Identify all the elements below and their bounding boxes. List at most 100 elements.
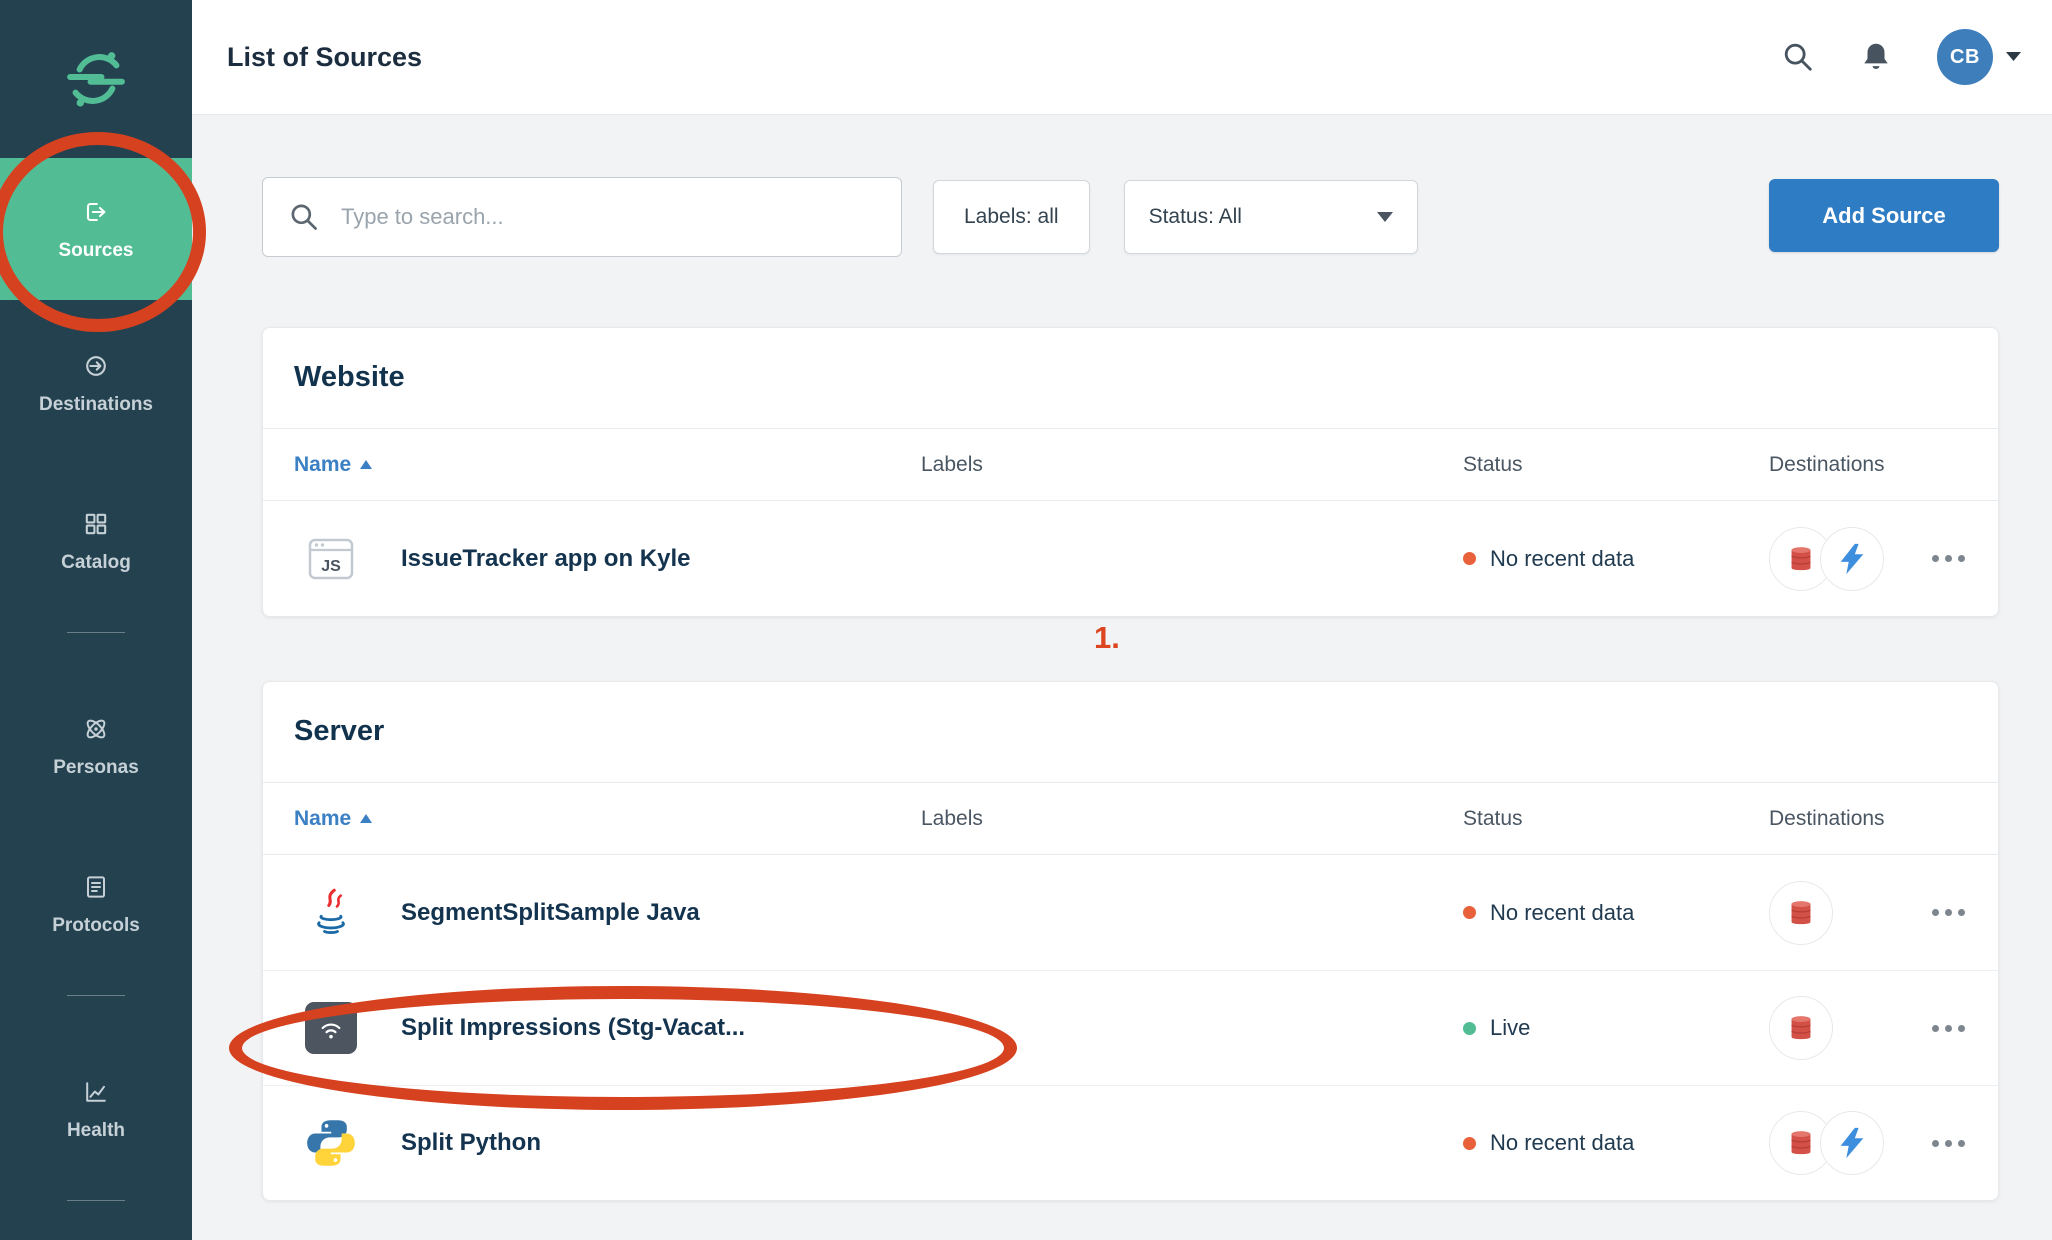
sidebar-divider bbox=[67, 632, 125, 633]
section-title-website: Website bbox=[263, 328, 1998, 428]
search-icon bbox=[1781, 40, 1815, 74]
source-name-cell: Split Python bbox=[294, 1117, 921, 1169]
status-dot-alert bbox=[1463, 1137, 1476, 1150]
website-section-card: Website Name Labels Status Destinations bbox=[262, 327, 1999, 617]
row-more-button[interactable] bbox=[1930, 1130, 1967, 1157]
destinations-cell bbox=[1769, 996, 1967, 1060]
protocols-document-icon bbox=[80, 871, 112, 903]
health-chart-icon bbox=[80, 1076, 112, 1108]
table-row-split-impressions[interactable]: Split Impressions (Stg-Vacat... Live bbox=[263, 970, 1998, 1085]
search-button[interactable] bbox=[1781, 40, 1815, 74]
table-row-issuetracker[interactable]: JS IssueTracker app on Kyle No recent da… bbox=[263, 501, 1998, 616]
status-dot-live bbox=[1463, 1022, 1476, 1035]
sidebar-item-label: Protocols bbox=[52, 915, 140, 937]
user-menu[interactable]: CB bbox=[1937, 29, 2022, 85]
sidebar-divider bbox=[67, 995, 125, 996]
table-row-split-python[interactable]: Split Python No recent data bbox=[263, 1085, 1998, 1200]
status-dot-alert bbox=[1463, 906, 1476, 919]
sidebar-divider bbox=[67, 1200, 125, 1201]
python-icon bbox=[305, 1117, 357, 1169]
search-input[interactable] bbox=[262, 177, 902, 257]
sort-ascending-icon bbox=[360, 814, 372, 823]
source-name: IssueTracker app on Kyle bbox=[401, 545, 690, 573]
status-cell: No recent data bbox=[1463, 1130, 1769, 1156]
column-header-labels: Labels bbox=[921, 807, 1463, 831]
sidebar-item-protocols[interactable]: Protocols bbox=[0, 871, 192, 937]
main-area: List of Sources CB bbox=[192, 0, 2052, 1240]
javascript-icon: JS bbox=[305, 533, 357, 585]
source-name: SegmentSplitSample Java bbox=[401, 899, 700, 927]
server-section-card: Server Name Labels Status Destinations bbox=[262, 681, 1999, 1201]
server-table-header: Name Labels Status Destinations bbox=[263, 782, 1998, 855]
status-cell: No recent data bbox=[1463, 900, 1769, 926]
source-name-cell: SegmentSplitSample Java bbox=[294, 887, 921, 939]
page-title: List of Sources bbox=[227, 42, 422, 73]
status-cell: Live bbox=[1463, 1015, 1769, 1041]
source-name-cell: Split Impressions (Stg-Vacat... bbox=[294, 1002, 921, 1054]
segment-logo[interactable] bbox=[0, 0, 192, 158]
sources-icon bbox=[80, 196, 112, 228]
source-name-cell: JS IssueTracker app on Kyle bbox=[294, 533, 921, 585]
source-name: Split Python bbox=[401, 1129, 541, 1157]
row-more-button[interactable] bbox=[1930, 545, 1967, 572]
personas-atom-icon bbox=[80, 713, 112, 745]
column-header-status: Status bbox=[1463, 453, 1769, 477]
avatar[interactable]: CB bbox=[1937, 29, 1993, 85]
sidebar-item-label: Personas bbox=[53, 757, 139, 779]
top-header: List of Sources CB bbox=[192, 0, 2052, 115]
catalog-grid-icon bbox=[80, 508, 112, 540]
sidebar-item-destinations[interactable]: Destinations bbox=[0, 350, 192, 416]
sidebar-nav: Sources Destinations Catalog bbox=[0, 158, 192, 1201]
section-title-server: Server bbox=[263, 682, 1998, 782]
sidebar-item-label: Health bbox=[67, 1120, 125, 1142]
sidebar-item-health[interactable]: Health bbox=[0, 1076, 192, 1142]
status-text: No recent data bbox=[1490, 900, 1634, 926]
website-table-header: Name Labels Status Destinations bbox=[263, 428, 1998, 501]
status-text: No recent data bbox=[1490, 546, 1634, 572]
status-cell: No recent data bbox=[1463, 546, 1769, 572]
add-source-button[interactable]: Add Source bbox=[1769, 179, 1999, 252]
status-filter-dropdown[interactable]: Status: All bbox=[1124, 180, 1418, 254]
destinations-cell bbox=[1769, 527, 1967, 591]
destinations-cell bbox=[1769, 881, 1967, 945]
sidebar-item-label: Destinations bbox=[39, 394, 153, 416]
column-header-name[interactable]: Name bbox=[294, 807, 921, 831]
sort-ascending-icon bbox=[360, 460, 372, 469]
search-box bbox=[262, 177, 902, 257]
segment-logo-icon bbox=[66, 49, 126, 109]
status-text: No recent data bbox=[1490, 1130, 1634, 1156]
destination-blue-bolt-icon[interactable] bbox=[1820, 527, 1884, 591]
sidebar-item-sources[interactable]: Sources bbox=[0, 158, 192, 300]
destination-blue-bolt-icon[interactable] bbox=[1820, 1111, 1884, 1175]
column-header-name[interactable]: Name bbox=[294, 453, 921, 477]
search-icon bbox=[288, 201, 320, 233]
status-filter-value: Status: All bbox=[1149, 205, 1242, 229]
labels-filter-button[interactable]: Labels: all bbox=[933, 180, 1090, 254]
row-more-button[interactable] bbox=[1930, 1015, 1967, 1042]
source-name: Split Impressions (Stg-Vacat... bbox=[401, 1014, 745, 1042]
app-root: Sources Destinations Catalog bbox=[0, 0, 2052, 1240]
wifi-icon bbox=[305, 1002, 357, 1054]
column-header-destinations: Destinations bbox=[1769, 453, 1967, 477]
content-area: Labels: all Status: All Add Source Websi… bbox=[192, 115, 2052, 1240]
sidebar-item-personas[interactable]: Personas bbox=[0, 713, 192, 779]
table-row-java[interactable]: SegmentSplitSample Java No recent data bbox=[263, 855, 1998, 970]
sidebar: Sources Destinations Catalog bbox=[0, 0, 192, 1240]
column-header-status: Status bbox=[1463, 807, 1769, 831]
destinations-icon bbox=[80, 350, 112, 382]
destinations-cell bbox=[1769, 1111, 1967, 1175]
destination-red-database-icon[interactable] bbox=[1769, 881, 1833, 945]
column-header-labels: Labels bbox=[921, 453, 1463, 477]
sidebar-item-label: Catalog bbox=[61, 552, 131, 574]
notifications-button[interactable] bbox=[1859, 40, 1893, 74]
sidebar-item-catalog[interactable]: Catalog bbox=[0, 508, 192, 574]
svg-text:JS: JS bbox=[321, 558, 341, 575]
bell-icon bbox=[1859, 40, 1893, 74]
chevron-down-icon[interactable] bbox=[2005, 51, 2022, 63]
java-icon bbox=[305, 887, 357, 939]
status-dot-alert bbox=[1463, 552, 1476, 565]
sidebar-item-label: Sources bbox=[59, 240, 134, 262]
dropdown-caret-icon bbox=[1377, 212, 1393, 222]
destination-red-database-icon[interactable] bbox=[1769, 996, 1833, 1060]
row-more-button[interactable] bbox=[1930, 899, 1967, 926]
